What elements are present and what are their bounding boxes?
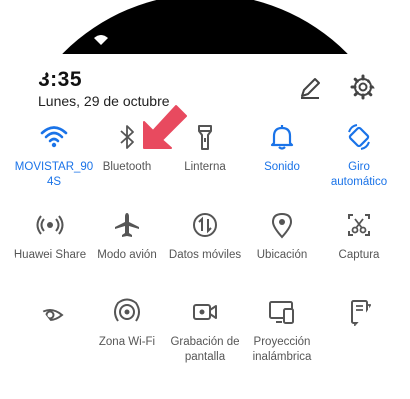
location-icon: [271, 212, 293, 239]
tile-hotspot-label: Zona Wi-Fi: [98, 336, 156, 348]
tile-airplane[interactable]: Modo avión: [82, 210, 172, 263]
circular-crop: 3:35 Lunes, 29 de octubre MOVISTAR_90 4S…: [5, 0, 405, 394]
hotspot-icon: [114, 298, 140, 322]
tile-screenshot[interactable]: Captura: [314, 210, 404, 263]
clock-time: 3:35: [38, 68, 83, 91]
tile-wireless-projection-label: Proyección inalámbrica: [252, 336, 312, 363]
huawei-share-icon: [36, 215, 64, 235]
flashlight-icon: [198, 125, 212, 150]
status-bar: [5, 0, 405, 54]
tile-bluetooth-label: Bluetooth: [102, 161, 152, 173]
tile-airplane-label: Modo avión: [97, 249, 157, 261]
status-wifi-icon: [94, 35, 108, 45]
tile-hotspot[interactable]: Zona Wi-Fi: [82, 297, 172, 350]
airplane-icon: [115, 213, 139, 237]
tile-auto-rotate-label: Giro automático: [330, 161, 388, 188]
screen: 3:35 Lunes, 29 de octubre MOVISTAR_90 4S…: [0, 0, 410, 399]
mobile-data-icon: [193, 213, 217, 237]
wifi-icon: [40, 126, 68, 148]
tile-auto-rotate[interactable]: Giro automático: [314, 122, 404, 190]
bluetooth-icon: [120, 125, 134, 149]
ebook-mode-icon: [351, 300, 371, 326]
eye-comfort-icon: [36, 309, 64, 321]
gear-icon[interactable]: [350, 74, 376, 100]
screen-record-icon: [193, 304, 217, 320]
pointer-arrow-icon: [143, 105, 187, 149]
pencil-icon[interactable]: [298, 76, 322, 100]
screenshot-icon: [348, 214, 370, 236]
tile-ebook-mode[interactable]: [314, 297, 404, 335]
rotate-icon: [348, 124, 370, 150]
wireless-projection-icon: [269, 301, 294, 324]
bell-icon: [270, 125, 294, 150]
tile-screenshot-label: Captura: [338, 249, 380, 261]
